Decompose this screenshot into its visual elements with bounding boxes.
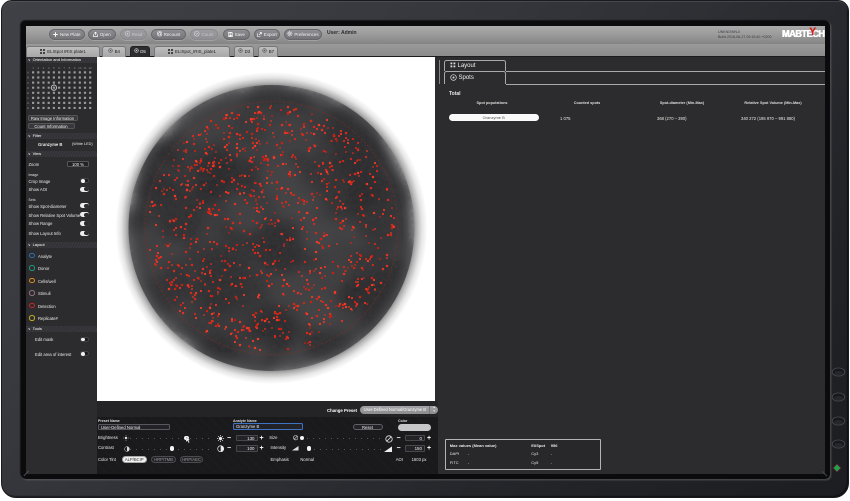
svg-text:F: F	[27, 96, 29, 100]
svg-text:1: 1	[32, 66, 34, 70]
svg-text:5: 5	[53, 66, 55, 70]
svg-text:B: B	[27, 76, 29, 80]
svg-text:10: 10	[78, 66, 82, 70]
svg-text:2: 2	[37, 66, 39, 70]
svg-text:C: C	[27, 81, 30, 85]
svg-text:D: D	[27, 86, 30, 90]
svg-text:9: 9	[74, 66, 76, 70]
svg-text:8: 8	[69, 66, 71, 70]
svg-text:H: H	[27, 106, 29, 109]
svg-text:4: 4	[48, 66, 50, 70]
svg-text:E: E	[27, 91, 29, 95]
svg-text:A: A	[27, 71, 29, 75]
svg-text:12: 12	[89, 66, 93, 70]
svg-text:6: 6	[58, 66, 60, 70]
svg-text:11: 11	[83, 66, 86, 70]
svg-text:G: G	[27, 101, 30, 105]
svg-text:7: 7	[63, 66, 65, 70]
svg-text:3: 3	[43, 66, 45, 70]
